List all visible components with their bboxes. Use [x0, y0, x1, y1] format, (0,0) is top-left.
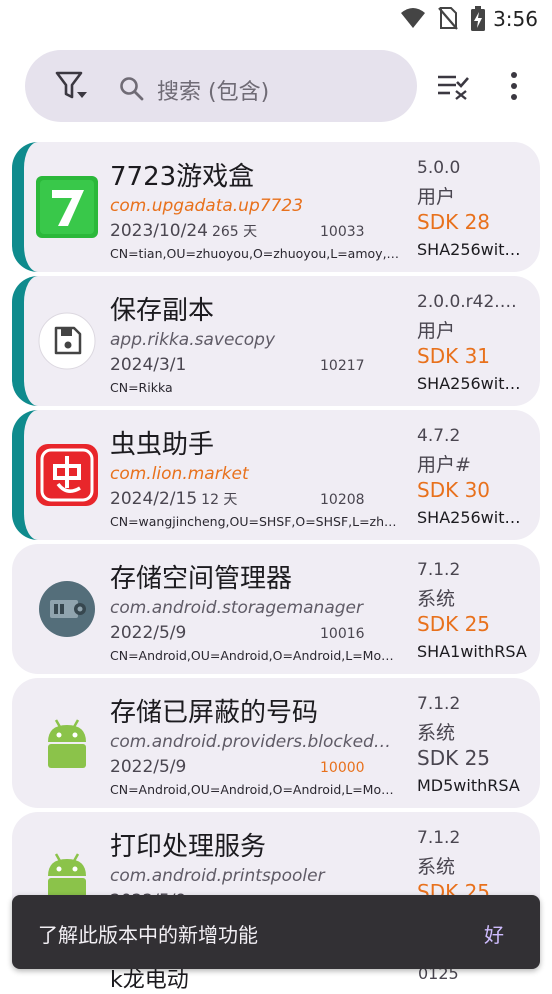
app-type: 用户	[417, 186, 456, 208]
install-date: 2022/5/9	[110, 757, 190, 777]
signature-algorithm: SHA256withRSA	[417, 240, 527, 259]
install-date: 2024/2/15 12 天	[110, 489, 237, 509]
filter-icon[interactable]	[55, 70, 89, 102]
no-sim-icon	[438, 7, 458, 30]
app-meta: 5.0.0 用户 SDK 28 SHA256withRSA	[417, 158, 527, 259]
app-type: 用户	[417, 320, 456, 342]
signature-algorithm: SHA1withRSA	[417, 642, 527, 661]
version: 5.0.0	[417, 158, 461, 178]
certificate: CN=Android,OU=Android,O=Android,L=Mounta…	[110, 648, 400, 663]
uid: 10033	[320, 224, 365, 240]
target-sdk: SDK 25	[417, 746, 491, 770]
app-item-blockednumber[interactable]: 存储已屏蔽的号码 com.android.providers.blockednu…	[12, 678, 540, 808]
app-meta: 7.1.2 系统 SDK 25 SHA1withRSA	[417, 560, 527, 661]
target-sdk: SDK 25	[417, 612, 491, 636]
app-meta: 4.7.2 用户# SDK 30 SHA256withRSA	[417, 426, 527, 527]
package-name: com.android.providers.blockednumber	[110, 732, 398, 752]
date-value: 2024/2/15	[110, 489, 198, 509]
app-item-chongchong[interactable]: 虫虫助手 com.lion.market 2024/2/15 12 天 10208…	[12, 410, 540, 540]
date-value: 2024/3/1	[110, 355, 187, 375]
top-bar: 搜索 (包含)	[0, 48, 552, 124]
app-type: 用户#	[417, 454, 471, 476]
version: 7.1.2	[417, 560, 461, 580]
install-date: 2024/3/1	[110, 355, 190, 375]
select-all-icon[interactable]	[436, 72, 470, 100]
install-date: 2022/5/9	[110, 623, 190, 643]
snackbar-message: 了解此版本中的新增功能	[38, 923, 258, 947]
package-name: com.android.storagemanager	[110, 598, 363, 618]
uid: 10016	[320, 626, 365, 642]
app-icon-chongchong	[36, 444, 98, 506]
signature-algorithm: SHA256withRSA	[417, 374, 527, 393]
package-name: com.lion.market	[110, 464, 249, 484]
date-value: 2023/10/24	[110, 221, 208, 241]
status-bar: 3:56	[0, 0, 552, 38]
search-input[interactable]: 搜索 (包含)	[157, 74, 269, 106]
app-type: 系统	[417, 722, 456, 744]
install-date: 2023/10/24 265 天	[110, 221, 257, 241]
app-meta: 7.1.2 系统 SDK 25 MD5withRSA	[417, 694, 527, 795]
app-item-storagemanager[interactable]: 存储空间管理器 com.android.storagemanager 2022/…	[12, 544, 540, 674]
package-name: app.rikka.savecopy	[110, 330, 276, 350]
app-name: 7723游戏盒	[110, 162, 255, 192]
app-icon-savecopy	[36, 310, 98, 372]
date-value: 2022/5/9	[110, 757, 187, 777]
clock: 3:56	[493, 7, 538, 31]
search-icon	[120, 77, 144, 101]
certificate: CN=wangjincheng,OU=SHSF,O=SHSF,L=zhongsh…	[110, 514, 400, 529]
app-name: 保存副本	[110, 296, 215, 326]
version: 7.1.2	[417, 694, 461, 714]
age-badge: 12 天	[201, 492, 238, 508]
search-bar[interactable]: 搜索 (包含)	[25, 50, 417, 122]
app-name: 存储已屏蔽的号码	[110, 698, 319, 728]
app-type: 系统	[417, 856, 456, 878]
app-item-7723[interactable]: 7723游戏盒 com.upgadata.up7723 2023/10/24 26…	[12, 142, 540, 272]
certificate: CN=tian,OU=zhuoyou,O=zhuoyou,L=amoy,ST=f…	[110, 246, 400, 261]
app-meta: 2.0.0.r42.abc 用户 SDK 31 SHA256withRSA	[417, 292, 527, 393]
app-type: 系统	[417, 588, 456, 610]
android-robot-icon	[48, 719, 86, 768]
age-badge: 265 天	[211, 224, 258, 240]
package-name: com.upgadata.up7723	[110, 196, 304, 216]
game-box-icon	[36, 176, 98, 238]
certificate: CN=Android,OU=Android,O=Android,L=Mounta…	[110, 782, 400, 797]
signature-algorithm: MD5withRSA	[417, 776, 520, 795]
target-sdk: SDK 31	[417, 344, 491, 368]
target-sdk: SDK 30	[417, 478, 491, 502]
wifi-icon	[401, 8, 425, 28]
battery-charging-icon	[471, 6, 485, 31]
app-icon-blockednumber	[36, 712, 98, 774]
version: 7.1.2	[417, 828, 461, 848]
storage-icon	[39, 581, 95, 637]
whats-new-snackbar: 了解此版本中的新增功能 好	[12, 895, 540, 969]
more-options-icon[interactable]	[508, 70, 520, 102]
app-name: 打印处理服务	[110, 832, 267, 862]
app-name: 虫虫助手	[110, 430, 215, 460]
version: 2.0.0.r42.abc	[417, 292, 527, 312]
app-item-savecopy[interactable]: 保存副本 app.rikka.savecopy 2024/3/1 10217 C…	[12, 276, 540, 406]
market-icon	[36, 444, 98, 506]
snackbar-ok-button[interactable]: 好	[484, 919, 504, 948]
target-sdk: SDK 28	[417, 210, 491, 234]
date-value: 2022/5/9	[110, 623, 187, 643]
uid: 10000	[320, 760, 365, 776]
signature-algorithm: SHA256withRSA	[417, 508, 527, 527]
app-name: 存储空间管理器	[110, 564, 293, 594]
uid: 10208	[320, 492, 365, 508]
app-icon-7723	[36, 176, 98, 238]
version: 4.7.2	[417, 426, 461, 446]
certificate: CN=Rikka	[110, 380, 173, 395]
uid: 10217	[320, 358, 365, 374]
app-icon-storagemanager	[36, 578, 98, 640]
save-copy-icon	[38, 312, 96, 370]
package-name: com.android.printspooler	[110, 866, 325, 886]
